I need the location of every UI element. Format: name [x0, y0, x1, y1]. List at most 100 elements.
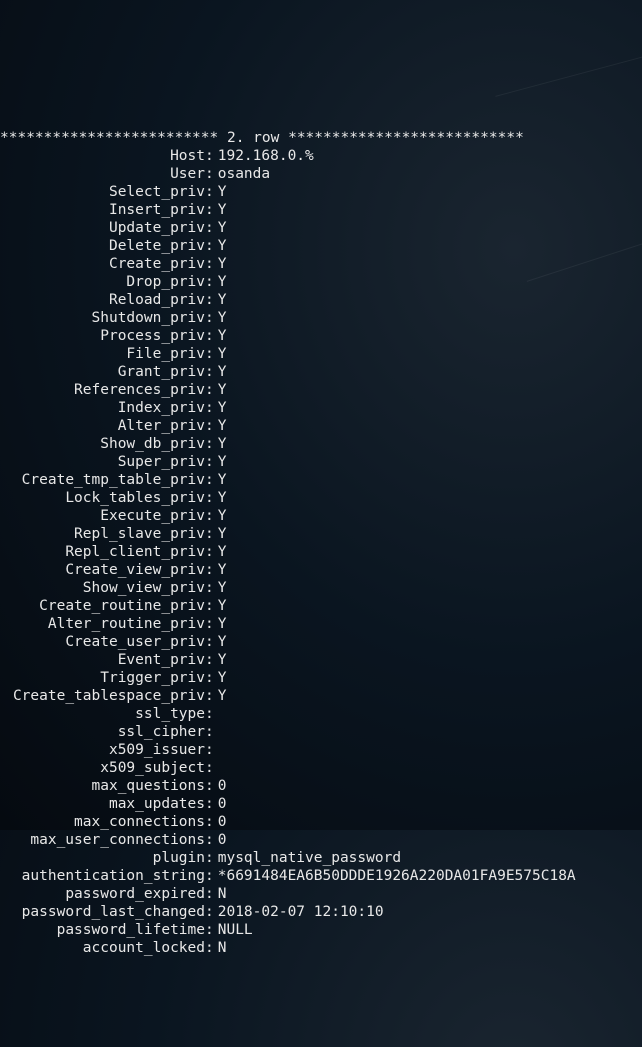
field-key: Repl_slave_priv — [0, 525, 205, 543]
field-row: Execute_priv:Y — [0, 507, 642, 525]
field-key: Lock_tables_priv — [0, 489, 205, 507]
field-key: Shutdown_priv — [0, 309, 205, 327]
field-value: Y — [214, 219, 227, 237]
field-separator: : — [205, 885, 214, 903]
terminal-output: ************************* 2. row *******… — [0, 129, 642, 957]
field-separator: : — [205, 201, 214, 219]
field-key: x509_issuer — [0, 741, 205, 759]
field-value: Y — [214, 255, 227, 273]
field-key: Event_priv — [0, 651, 205, 669]
field-separator: : — [205, 813, 214, 831]
field-value: Y — [214, 381, 227, 399]
field-separator: : — [205, 579, 214, 597]
field-key: password_last_changed — [0, 903, 205, 921]
field-key: Reload_priv — [0, 291, 205, 309]
field-value: Y — [214, 345, 227, 363]
field-separator: : — [205, 687, 214, 705]
field-separator: : — [205, 741, 214, 759]
field-value: Y — [214, 183, 227, 201]
field-row: Alter_priv:Y — [0, 417, 642, 435]
field-value: Y — [214, 327, 227, 345]
field-row: x509_subject: — [0, 759, 642, 777]
field-value: 0 — [214, 777, 227, 795]
field-value: Y — [214, 399, 227, 417]
field-row: Lock_tables_priv:Y — [0, 489, 642, 507]
field-separator: : — [205, 345, 214, 363]
field-separator: : — [205, 777, 214, 795]
field-separator: : — [205, 669, 214, 687]
field-key: File_priv — [0, 345, 205, 363]
field-separator: : — [205, 705, 214, 723]
field-separator: : — [205, 273, 214, 291]
field-separator: : — [205, 255, 214, 273]
field-separator: : — [205, 147, 214, 165]
field-value: 2018-02-07 12:10:10 — [214, 903, 384, 921]
field-key: password_lifetime — [0, 921, 205, 939]
field-key: Create_priv — [0, 255, 205, 273]
field-row: Trigger_priv:Y — [0, 669, 642, 687]
field-value: Y — [214, 309, 227, 327]
field-row: Create_tablespace_priv:Y — [0, 687, 642, 705]
field-separator: : — [205, 183, 214, 201]
field-key: Index_priv — [0, 399, 205, 417]
field-separator: : — [205, 543, 214, 561]
field-value: Y — [214, 597, 227, 615]
field-separator: : — [205, 939, 214, 957]
field-key: max_questions — [0, 777, 205, 795]
field-separator: : — [205, 417, 214, 435]
field-value: Y — [214, 633, 227, 651]
field-separator: : — [205, 507, 214, 525]
field-row: Shutdown_priv:Y — [0, 309, 642, 327]
field-row: File_priv:Y — [0, 345, 642, 363]
field-key: max_user_connections — [0, 831, 205, 849]
field-value: Y — [214, 615, 227, 633]
field-separator: : — [205, 363, 214, 381]
field-separator: : — [205, 489, 214, 507]
field-key: account_locked — [0, 939, 205, 957]
field-row: Show_db_priv:Y — [0, 435, 642, 453]
field-key: Super_priv — [0, 453, 205, 471]
field-value: Y — [214, 543, 227, 561]
field-row: max_connections:0 — [0, 813, 642, 831]
field-row: Create_priv:Y — [0, 255, 642, 273]
field-row: max_updates:0 — [0, 795, 642, 813]
field-value: Y — [214, 417, 227, 435]
field-separator: : — [205, 903, 214, 921]
field-row: Select_priv:Y — [0, 183, 642, 201]
field-row: Create_tmp_table_priv:Y — [0, 471, 642, 489]
field-separator: : — [205, 615, 214, 633]
field-separator: : — [205, 867, 214, 885]
field-separator: : — [205, 849, 214, 867]
field-value: Y — [214, 489, 227, 507]
field-value: Y — [214, 471, 227, 489]
field-key: Alter_routine_priv — [0, 615, 205, 633]
field-key: Show_view_priv — [0, 579, 205, 597]
field-key: Delete_priv — [0, 237, 205, 255]
field-separator: : — [205, 831, 214, 849]
field-separator: : — [205, 525, 214, 543]
field-key: References_priv — [0, 381, 205, 399]
field-row: Create_routine_priv:Y — [0, 597, 642, 615]
field-value: Y — [214, 273, 227, 291]
field-value: 0 — [214, 813, 227, 831]
field-separator: : — [205, 435, 214, 453]
field-row: Repl_client_priv:Y — [0, 543, 642, 561]
field-key: Trigger_priv — [0, 669, 205, 687]
field-separator: : — [205, 633, 214, 651]
field-key: Create_routine_priv — [0, 597, 205, 615]
field-row: Host:192.168.0.% — [0, 147, 642, 165]
field-row: password_last_changed:2018-02-07 12:10:1… — [0, 903, 642, 921]
field-row: authentication_string:*6691484EA6B50DDDE… — [0, 867, 642, 885]
field-key: Create_user_priv — [0, 633, 205, 651]
field-key: Repl_client_priv — [0, 543, 205, 561]
field-row: Update_priv:Y — [0, 219, 642, 237]
field-value: *6691484EA6B50DDDE1926A220DA01FA9E575C18… — [214, 867, 576, 885]
field-separator: : — [205, 471, 214, 489]
field-separator: : — [205, 597, 214, 615]
field-separator: : — [205, 651, 214, 669]
field-separator: : — [205, 381, 214, 399]
field-key: Process_priv — [0, 327, 205, 345]
field-value: N — [214, 885, 227, 903]
field-key: Insert_priv — [0, 201, 205, 219]
stars-right: *************************** — [288, 130, 524, 146]
